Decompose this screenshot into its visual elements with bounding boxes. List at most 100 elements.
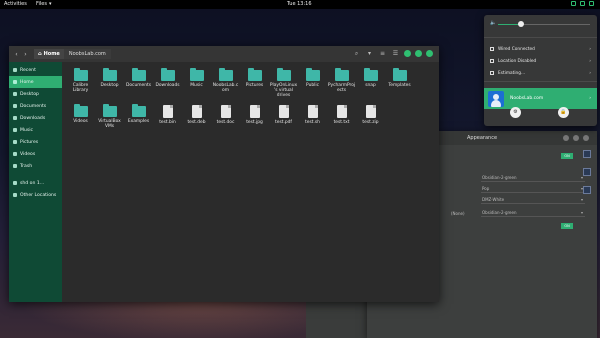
app-menu-button[interactable]: Files ▾ (36, 1, 52, 7)
sidebar-item-trash[interactable]: Trash (9, 160, 62, 172)
system-menu-location[interactable]: Location Disabled › (490, 57, 591, 65)
settings-button[interactable]: ⚙ (510, 107, 521, 118)
search-icon[interactable]: ⌕ (352, 49, 361, 58)
cursor-theme-value: Pop (482, 186, 490, 191)
system-menu-network[interactable]: Wired Connected › (490, 45, 591, 53)
item-name: VirtualBox VMs (98, 119, 121, 129)
activities-button[interactable]: Activities (4, 1, 27, 7)
menu-icon[interactable]: ☰ (391, 49, 400, 58)
file-item[interactable]: test.sh (298, 102, 327, 138)
shell-toggle[interactable]: ON (561, 223, 573, 229)
close-button[interactable] (583, 135, 589, 141)
sidebar-item-home[interactable]: Home (9, 76, 62, 88)
item-name: test.txt (333, 120, 350, 125)
animations-toggle[interactable]: ON (561, 153, 573, 159)
folder-item[interactable]: Public (298, 66, 327, 102)
chevron-down-icon: ▾ (48, 1, 52, 7)
lock-button[interactable]: 🔒 (558, 107, 569, 118)
folder-item[interactable]: Pictures (240, 66, 269, 102)
desktop-file-icon[interactable] (583, 186, 591, 194)
sidebar-item-label: shd on 1... (20, 180, 45, 186)
sidebar-item-label: Videos (20, 151, 36, 157)
folder-item[interactable]: NoobsLab.com (211, 66, 240, 102)
cursor-theme-select[interactable]: Pop ▾ (481, 186, 585, 193)
files-window: ‹ › ⌂ Home NoobsLab.com ⌕ ▾ ≡ ☰ Recent Ho… (9, 46, 439, 302)
sidebar-item-recent[interactable]: Recent (9, 64, 62, 76)
minimize-button[interactable] (563, 135, 569, 141)
folder-item[interactable]: VirtualBox VMs (95, 102, 124, 138)
sidebar-item-desktop[interactable]: Desktop (9, 88, 62, 100)
file-item[interactable]: test.jpg (240, 102, 269, 138)
folder-item[interactable]: Desktop (95, 66, 124, 102)
folder-icon (131, 104, 146, 117)
maximize-button[interactable] (415, 50, 422, 57)
file-item[interactable]: test.zip (356, 102, 385, 138)
desktop-file-icon[interactable] (583, 168, 591, 176)
user-menu-item[interactable]: NoobsLab.com › (484, 88, 597, 109)
folder-item[interactable]: Music (182, 66, 211, 102)
file-item[interactable]: test.bin (153, 102, 182, 138)
folder-item[interactable]: Videos (66, 102, 95, 138)
folder-item[interactable]: Documents (124, 66, 153, 102)
breadcrumb-folder[interactable]: NoobsLab.com (63, 49, 111, 59)
sidebar-item-other-locations[interactable]: Other Locations (9, 189, 62, 201)
folder-item[interactable]: snap (356, 66, 385, 102)
sidebar-item-label: Downloads (20, 115, 46, 121)
file-item[interactable]: test.pdf (269, 102, 298, 138)
status-area[interactable] (571, 1, 594, 6)
system-menu-label: Wired Connected (498, 46, 535, 52)
volume-slider-handle[interactable] (518, 21, 524, 27)
desktop-file-icon[interactable] (583, 150, 591, 158)
breadcrumb-home[interactable]: ⌂ Home (34, 49, 64, 59)
icon-theme-select[interactable]: DMZ-White ▾ (481, 197, 585, 204)
list-view-icon[interactable]: ≡ (378, 49, 387, 58)
folder-item[interactable]: Examples (124, 102, 153, 138)
chevron-right-icon: › (589, 96, 591, 101)
network-icon (490, 47, 494, 51)
maximize-button[interactable] (573, 135, 579, 141)
folder-item[interactable]: PlayOnLinux's virtual drives (269, 66, 298, 102)
folder-item[interactable]: PycharmProjects (327, 66, 356, 102)
menu-separator (484, 37, 597, 38)
sidebar-item-pictures[interactable]: Pictures (9, 136, 62, 148)
shell-theme-select[interactable]: Obsidian-2-green ▾ (481, 210, 585, 217)
power-icon (589, 1, 594, 6)
gtk-theme-value: Obsidian-2-green (482, 175, 517, 180)
file-grid: Calibre Library Desktop Documents Downloads… (66, 66, 414, 138)
folder-icon (131, 68, 146, 81)
places-sidebar: Recent Home Desktop Documents Downloads Music… (9, 62, 62, 302)
item-name: PlayOnLinux's virtual drives (269, 83, 298, 98)
forward-arrow-icon[interactable]: › (21, 50, 30, 59)
settings-title: Appearance (467, 135, 498, 141)
folder-item[interactable]: Downloads (153, 66, 182, 102)
close-button[interactable] (426, 50, 433, 57)
sidebar-item-videos[interactable]: Videos (9, 148, 62, 160)
folder-item[interactable]: Templates (385, 66, 414, 102)
minimize-button[interactable] (404, 50, 411, 57)
sidebar-item-label: Recent (20, 67, 36, 73)
sidebar-item-shd-on-1[interactable]: shd on 1... (9, 177, 62, 189)
file-item[interactable]: test.doc (211, 102, 240, 138)
folder-icon (305, 68, 320, 81)
sidebar-item-documents[interactable]: Documents (9, 100, 62, 112)
back-arrow-icon[interactable]: ‹ (12, 50, 21, 59)
file-icon (278, 105, 289, 118)
system-menu: 🔈 Wired Connected › Location Disabled › Esti… (484, 15, 597, 126)
view-options-icon[interactable]: ▾ (365, 49, 374, 58)
item-name: test.zip (362, 120, 379, 125)
gtk-theme-select[interactable]: Obsidian-2-green ▾ (481, 175, 585, 182)
chevron-right-icon: › (589, 46, 591, 52)
desktop-icons (583, 150, 591, 194)
item-name: Templates (388, 83, 411, 88)
clock[interactable]: Tue 13:16 (287, 1, 312, 7)
chevron-down-icon: ▾ (580, 197, 583, 202)
folder-item[interactable]: Calibre Library (66, 66, 95, 102)
file-item[interactable]: test.txt (327, 102, 356, 138)
file-icon (191, 105, 202, 118)
file-item[interactable]: test.deb (182, 102, 211, 138)
system-menu-battery[interactable]: Estimating... › (490, 69, 591, 77)
music-icon (13, 128, 17, 132)
sidebar-item-downloads[interactable]: Downloads (9, 112, 62, 124)
sidebar-item-music[interactable]: Music (9, 124, 62, 136)
item-name: snap (365, 83, 376, 88)
